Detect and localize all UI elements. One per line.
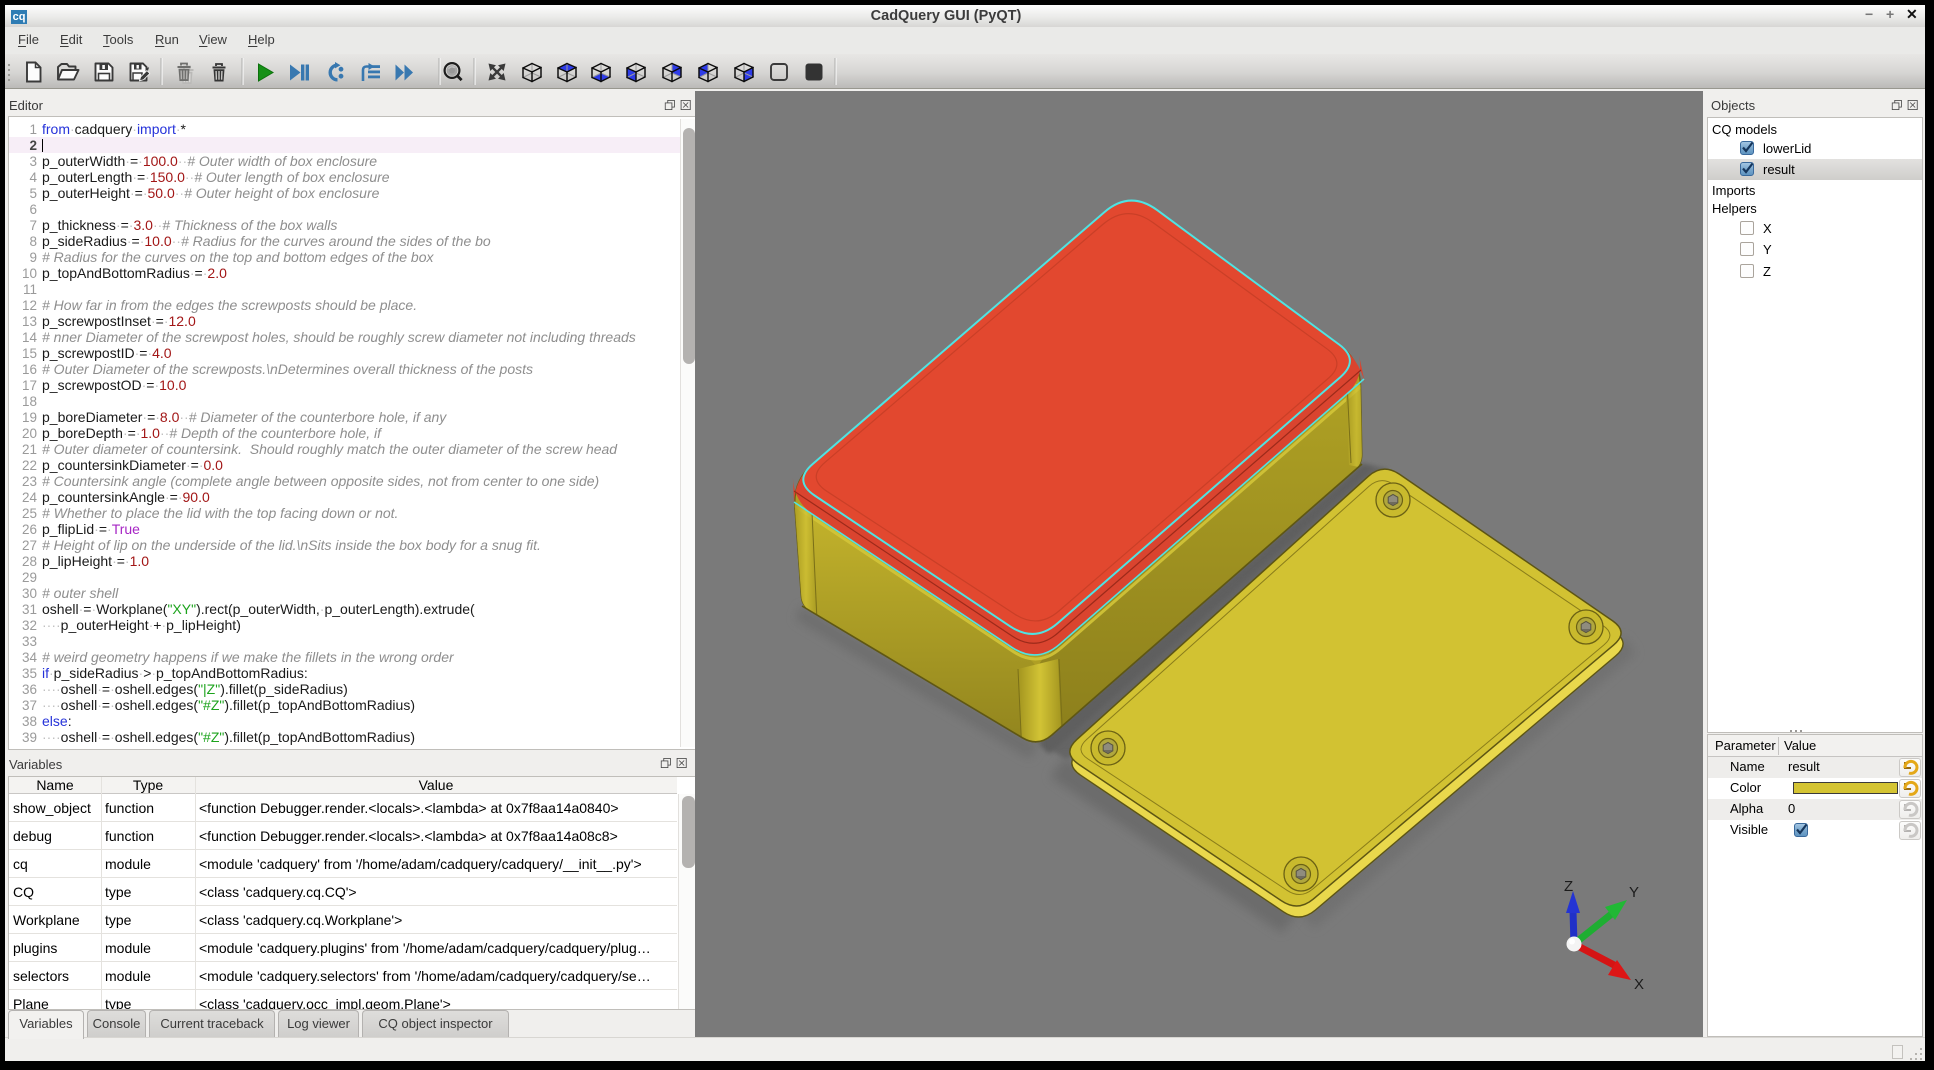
svg-text:Y: Y [1629,884,1639,901]
svg-text:Z: Z [1564,878,1573,895]
svg-text:X: X [1634,976,1644,993]
